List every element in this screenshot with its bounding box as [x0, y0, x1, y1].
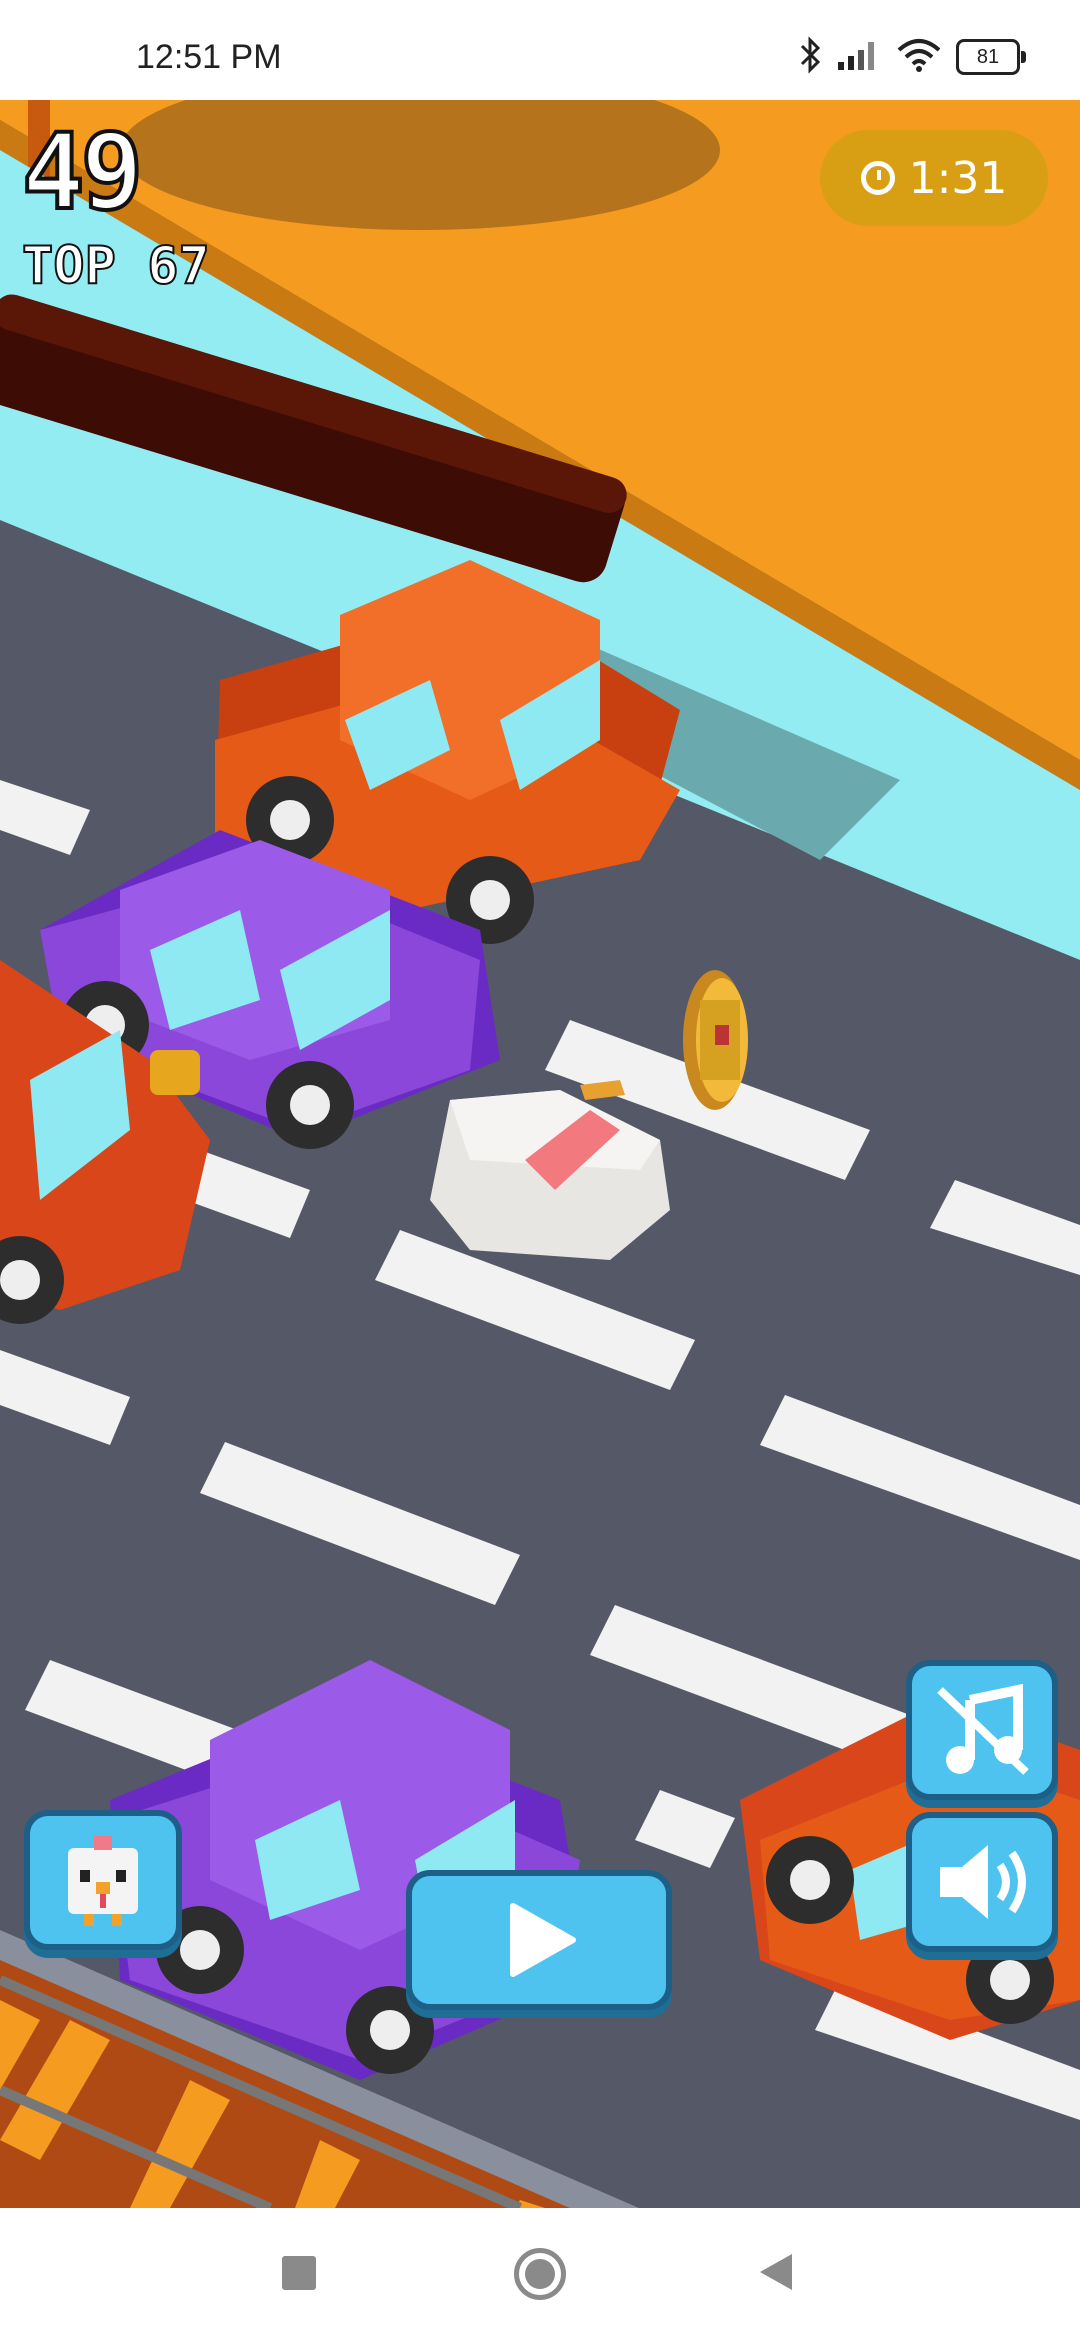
- bluetooth-icon: [798, 36, 822, 78]
- status-icons: 81: [798, 36, 1026, 78]
- system-nav-bar: [0, 2208, 1080, 2340]
- home-button[interactable]: [514, 2248, 566, 2300]
- lane-marking: [200, 1442, 520, 1605]
- lane-marking: [930, 1180, 1080, 1275]
- lane-marking: [635, 1790, 735, 1868]
- timer-badge: 1:31: [820, 130, 1048, 226]
- recents-button[interactable]: [282, 2256, 316, 2290]
- speaker-icon: [940, 1845, 1026, 1919]
- stopwatch-icon: [860, 161, 895, 195]
- battery-icon: 81: [956, 39, 1026, 75]
- lane-marking: [760, 1395, 1080, 1560]
- play-icon: [510, 1903, 576, 1977]
- music-toggle-button[interactable]: [906, 1660, 1058, 1800]
- lane-marking: [0, 780, 90, 855]
- score-counter: 49: [20, 111, 145, 233]
- home-dot: [525, 2259, 555, 2289]
- character-select-button[interactable]: [24, 1810, 182, 1950]
- timer-value: 1:31: [908, 152, 1008, 204]
- play-button[interactable]: [406, 1870, 672, 2010]
- top-score-label: TOP 67: [21, 236, 211, 296]
- status-time: 12:51 PM: [136, 38, 282, 76]
- sound-toggle-button[interactable]: [906, 1812, 1058, 1952]
- back-button[interactable]: [760, 2254, 792, 2290]
- coin-pickup: [150, 1050, 200, 1095]
- status-bar: 12:51 PM 81: [0, 0, 1080, 100]
- signal-icon: [836, 38, 882, 76]
- lane-marking: [0, 1350, 130, 1445]
- player-chicken: [430, 1080, 670, 1260]
- chicken-icon: [68, 1836, 138, 1926]
- wifi-icon: [896, 38, 942, 76]
- game-canvas[interactable]: 49 TOP 67 1:31: [0, 100, 1080, 2208]
- music-muted-icon: [937, 1683, 1029, 1775]
